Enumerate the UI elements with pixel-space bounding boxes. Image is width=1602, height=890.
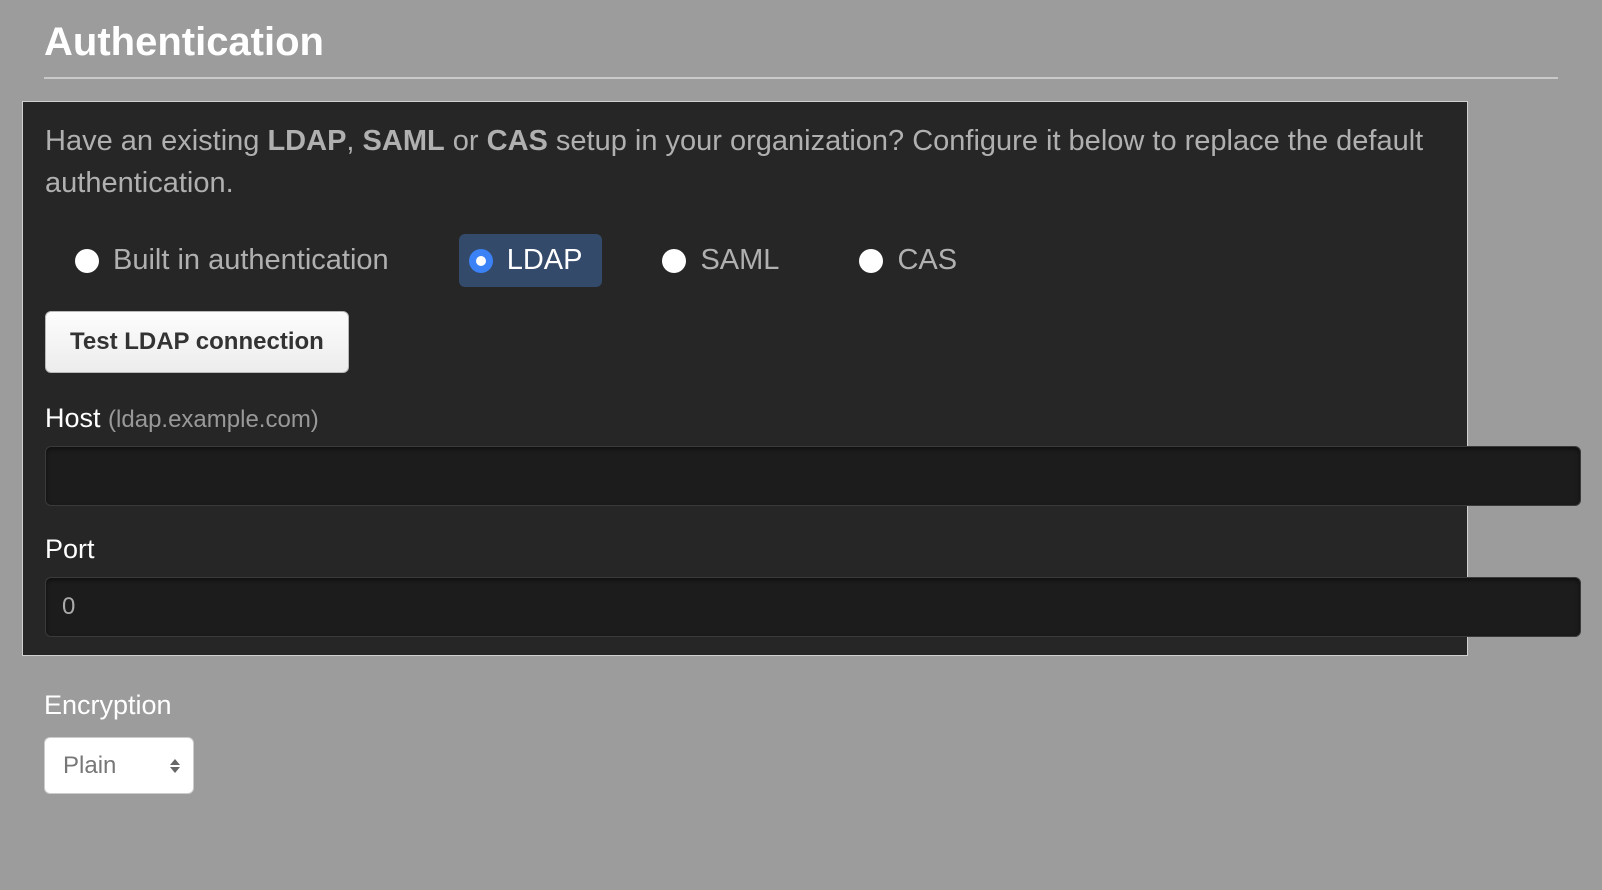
host-hint: (ldap.example.com) bbox=[108, 406, 319, 433]
radio-icon-selected bbox=[469, 249, 493, 273]
page-title: Authentication bbox=[44, 20, 1558, 65]
intro-sep1: , bbox=[346, 125, 362, 157]
radio-icon bbox=[662, 249, 686, 273]
radio-label-ldap: LDAP bbox=[507, 244, 583, 277]
intro-sep2: or bbox=[445, 125, 487, 157]
radio-label-builtin: Built in authentication bbox=[113, 244, 389, 277]
radio-cas[interactable]: CAS bbox=[849, 234, 977, 287]
port-input[interactable] bbox=[45, 577, 1581, 637]
encryption-field-group: Encryption Plain bbox=[44, 690, 1558, 794]
radio-icon bbox=[75, 249, 99, 273]
intro-prefix: Have an existing bbox=[45, 125, 267, 157]
intro-cas: CAS bbox=[487, 125, 548, 157]
intro-saml: SAML bbox=[363, 125, 445, 157]
intro-ldap: LDAP bbox=[267, 125, 346, 157]
radio-label-cas: CAS bbox=[897, 244, 957, 277]
title-divider bbox=[44, 77, 1558, 79]
radio-builtin[interactable]: Built in authentication bbox=[65, 234, 409, 287]
intro-text: Have an existing LDAP, SAML or CAS setup… bbox=[45, 120, 1445, 204]
radio-ldap[interactable]: LDAP bbox=[459, 234, 603, 287]
encryption-select[interactable]: Plain bbox=[44, 737, 194, 794]
radio-saml[interactable]: SAML bbox=[652, 234, 799, 287]
auth-config-panel: Have an existing LDAP, SAML or CAS setup… bbox=[22, 101, 1468, 656]
auth-type-radio-group: Built in authentication LDAP SAML CAS bbox=[45, 234, 1445, 287]
test-ldap-button[interactable]: Test LDAP connection bbox=[45, 311, 349, 373]
host-label: Host (ldap.example.com) bbox=[45, 403, 1445, 434]
encryption-label: Encryption bbox=[44, 690, 1558, 721]
port-label: Port bbox=[45, 534, 1445, 565]
port-label-text: Port bbox=[45, 534, 95, 564]
host-input[interactable] bbox=[45, 446, 1581, 506]
port-field-group: Port bbox=[45, 534, 1445, 637]
encryption-select-wrap: Plain bbox=[44, 737, 194, 794]
host-field-group: Host (ldap.example.com) bbox=[45, 403, 1445, 506]
radio-icon bbox=[859, 249, 883, 273]
radio-label-saml: SAML bbox=[700, 244, 779, 277]
host-label-text: Host bbox=[45, 403, 101, 433]
